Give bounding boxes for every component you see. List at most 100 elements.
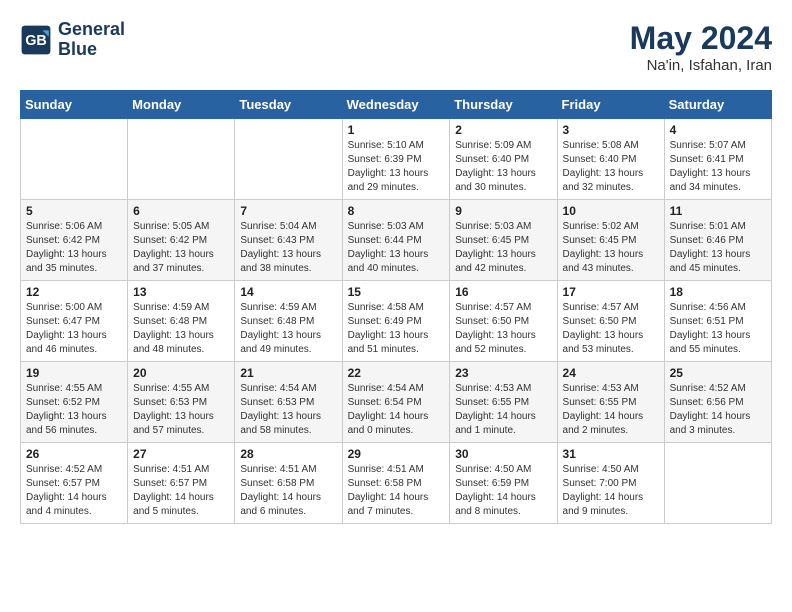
logo-icon: GB xyxy=(20,24,52,56)
day-info: Sunrise: 4:51 AM Sunset: 6:58 PM Dayligh… xyxy=(348,463,445,519)
day-number: 23 xyxy=(455,366,551,380)
day-info: Sunrise: 4:53 AM Sunset: 6:55 PM Dayligh… xyxy=(455,382,551,438)
weekday-header: Friday xyxy=(557,91,664,119)
calendar-day-cell: 7 Sunrise: 5:04 AM Sunset: 6:43 PM Daylig… xyxy=(235,200,342,281)
day-info: Sunrise: 4:53 AM Sunset: 6:55 PM Dayligh… xyxy=(563,382,659,438)
weekday-header: Wednesday xyxy=(342,91,450,119)
calendar-day-cell: 26 Sunrise: 4:52 AM Sunset: 6:57 PM Dayli… xyxy=(21,443,128,524)
day-info: Sunrise: 4:50 AM Sunset: 6:59 PM Dayligh… xyxy=(455,463,551,519)
day-info: Sunrise: 5:01 AM Sunset: 6:46 PM Dayligh… xyxy=(670,220,766,276)
title-block: May 2024 Na'in, Isfahan, Iran xyxy=(630,20,772,74)
calendar-day-cell: 13Sunrise: 4:59 AM Sunset: 6:48 PM Dayli… xyxy=(128,281,235,362)
calendar-day-cell: 30 Sunrise: 4:50 AM Sunset: 6:59 PM Dayli… xyxy=(450,443,557,524)
calendar-day-cell: 31Sunrise: 4:50 AM Sunset: 7:00 PM Dayli… xyxy=(557,443,664,524)
calendar-day-cell: 18 Sunrise: 4:56 AM Sunset: 6:51 PM Dayli… xyxy=(664,281,771,362)
calendar-day-cell: 28 Sunrise: 4:51 AM Sunset: 6:58 PM Dayli… xyxy=(235,443,342,524)
day-number: 26 xyxy=(26,447,122,461)
day-info: Sunrise: 4:52 AM Sunset: 6:56 PM Dayligh… xyxy=(670,382,766,438)
day-number: 24 xyxy=(563,366,659,380)
calendar-day-cell: 29 Sunrise: 4:51 AM Sunset: 6:58 PM Dayli… xyxy=(342,443,450,524)
day-number: 19 xyxy=(26,366,122,380)
day-number: 11 xyxy=(670,204,766,218)
day-number: 20 xyxy=(133,366,229,380)
day-info: Sunrise: 4:59 AM Sunset: 6:48 PM Dayligh… xyxy=(133,301,229,357)
day-number: 6 xyxy=(133,204,229,218)
day-info: Sunrise: 5:09 AM Sunset: 6:40 PM Dayligh… xyxy=(455,139,551,195)
page-header: GB General Blue May 2024 Na'in, Isfahan,… xyxy=(20,20,772,74)
location: Na'in, Isfahan, Iran xyxy=(630,57,772,74)
calendar-week-row: 12 Sunrise: 5:00 AM Sunset: 6:47 PM Dayli… xyxy=(21,281,772,362)
calendar-day-cell xyxy=(235,119,342,200)
calendar-day-cell: 16Sunrise: 4:57 AM Sunset: 6:50 PM Dayli… xyxy=(450,281,557,362)
calendar-day-cell: 1 Sunrise: 5:10 AM Sunset: 6:39 PM Daylig… xyxy=(342,119,450,200)
day-number: 29 xyxy=(348,447,445,461)
logo: GB General Blue xyxy=(20,20,125,60)
month-title: May 2024 xyxy=(630,20,772,57)
weekday-header: Tuesday xyxy=(235,91,342,119)
calendar-day-cell: 23 Sunrise: 4:53 AM Sunset: 6:55 PM Dayli… xyxy=(450,362,557,443)
calendar-day-cell: 12 Sunrise: 5:00 AM Sunset: 6:47 PM Dayli… xyxy=(21,281,128,362)
day-info: Sunrise: 4:59 AM Sunset: 6:48 PM Dayligh… xyxy=(240,301,336,357)
day-info: Sunrise: 4:51 AM Sunset: 6:58 PM Dayligh… xyxy=(240,463,336,519)
day-number: 15 xyxy=(348,285,445,299)
day-info: Sunrise: 5:03 AM Sunset: 6:45 PM Dayligh… xyxy=(455,220,551,276)
day-info: Sunrise: 4:54 AM Sunset: 6:53 PM Dayligh… xyxy=(240,382,336,438)
calendar-week-row: 19 Sunrise: 4:55 AM Sunset: 6:52 PM Dayli… xyxy=(21,362,772,443)
day-info: Sunrise: 5:07 AM Sunset: 6:41 PM Dayligh… xyxy=(670,139,766,195)
day-info: Sunrise: 5:02 AM Sunset: 6:45 PM Dayligh… xyxy=(563,220,659,276)
day-number: 9 xyxy=(455,204,551,218)
calendar-week-row: 1 Sunrise: 5:10 AM Sunset: 6:39 PM Daylig… xyxy=(21,119,772,200)
calendar-day-cell: 24 Sunrise: 4:53 AM Sunset: 6:55 PM Dayli… xyxy=(557,362,664,443)
day-number: 30 xyxy=(455,447,551,461)
calendar-day-cell: 22Sunrise: 4:54 AM Sunset: 6:54 PM Dayli… xyxy=(342,362,450,443)
weekday-header: Thursday xyxy=(450,91,557,119)
day-info: Sunrise: 5:00 AM Sunset: 6:47 PM Dayligh… xyxy=(26,301,122,357)
calendar-day-cell: 3Sunrise: 5:08 AM Sunset: 6:40 PM Daylig… xyxy=(557,119,664,200)
logo-text: General Blue xyxy=(58,20,125,60)
calendar-day-cell: 6 Sunrise: 5:05 AM Sunset: 6:42 PM Daylig… xyxy=(128,200,235,281)
day-number: 18 xyxy=(670,285,766,299)
calendar-day-cell: 11 Sunrise: 5:01 AM Sunset: 6:46 PM Dayli… xyxy=(664,200,771,281)
calendar-day-cell: 15 Sunrise: 4:58 AM Sunset: 6:49 PM Dayli… xyxy=(342,281,450,362)
day-info: Sunrise: 4:52 AM Sunset: 6:57 PM Dayligh… xyxy=(26,463,122,519)
logo-line2: Blue xyxy=(58,40,125,60)
calendar-day-cell: 17Sunrise: 4:57 AM Sunset: 6:50 PM Dayli… xyxy=(557,281,664,362)
day-number: 28 xyxy=(240,447,336,461)
calendar-day-cell: 8 Sunrise: 5:03 AM Sunset: 6:44 PM Daylig… xyxy=(342,200,450,281)
calendar-day-cell: 4Sunrise: 5:07 AM Sunset: 6:41 PM Daylig… xyxy=(664,119,771,200)
day-info: Sunrise: 4:58 AM Sunset: 6:49 PM Dayligh… xyxy=(348,301,445,357)
day-info: Sunrise: 4:55 AM Sunset: 6:52 PM Dayligh… xyxy=(26,382,122,438)
calendar-day-cell: 20Sunrise: 4:55 AM Sunset: 6:53 PM Dayli… xyxy=(128,362,235,443)
logo-line1: General xyxy=(58,20,125,40)
day-info: Sunrise: 5:06 AM Sunset: 6:42 PM Dayligh… xyxy=(26,220,122,276)
day-info: Sunrise: 4:56 AM Sunset: 6:51 PM Dayligh… xyxy=(670,301,766,357)
day-number: 12 xyxy=(26,285,122,299)
weekday-header: Sunday xyxy=(21,91,128,119)
day-number: 8 xyxy=(348,204,445,218)
weekday-header: Monday xyxy=(128,91,235,119)
day-number: 10 xyxy=(563,204,659,218)
day-number: 31 xyxy=(563,447,659,461)
day-info: Sunrise: 4:57 AM Sunset: 6:50 PM Dayligh… xyxy=(455,301,551,357)
calendar-day-cell: 19 Sunrise: 4:55 AM Sunset: 6:52 PM Dayli… xyxy=(21,362,128,443)
day-number: 5 xyxy=(26,204,122,218)
day-info: Sunrise: 5:05 AM Sunset: 6:42 PM Dayligh… xyxy=(133,220,229,276)
calendar-day-cell: 9 Sunrise: 5:03 AM Sunset: 6:45 PM Daylig… xyxy=(450,200,557,281)
day-info: Sunrise: 5:08 AM Sunset: 6:40 PM Dayligh… xyxy=(563,139,659,195)
day-number: 25 xyxy=(670,366,766,380)
day-info: Sunrise: 5:03 AM Sunset: 6:44 PM Dayligh… xyxy=(348,220,445,276)
day-number: 22 xyxy=(348,366,445,380)
calendar-day-cell: 21Sunrise: 4:54 AM Sunset: 6:53 PM Dayli… xyxy=(235,362,342,443)
day-number: 7 xyxy=(240,204,336,218)
day-info: Sunrise: 5:10 AM Sunset: 6:39 PM Dayligh… xyxy=(348,139,445,195)
day-number: 1 xyxy=(348,123,445,137)
day-info: Sunrise: 5:04 AM Sunset: 6:43 PM Dayligh… xyxy=(240,220,336,276)
weekday-header: Saturday xyxy=(664,91,771,119)
svg-text:GB: GB xyxy=(25,33,47,49)
calendar-day-cell: 10 Sunrise: 5:02 AM Sunset: 6:45 PM Dayli… xyxy=(557,200,664,281)
calendar-day-cell xyxy=(21,119,128,200)
calendar-day-cell: 5 Sunrise: 5:06 AM Sunset: 6:42 PM Daylig… xyxy=(21,200,128,281)
day-info: Sunrise: 4:51 AM Sunset: 6:57 PM Dayligh… xyxy=(133,463,229,519)
calendar-day-cell: 14Sunrise: 4:59 AM Sunset: 6:48 PM Dayli… xyxy=(235,281,342,362)
calendar-day-cell xyxy=(664,443,771,524)
